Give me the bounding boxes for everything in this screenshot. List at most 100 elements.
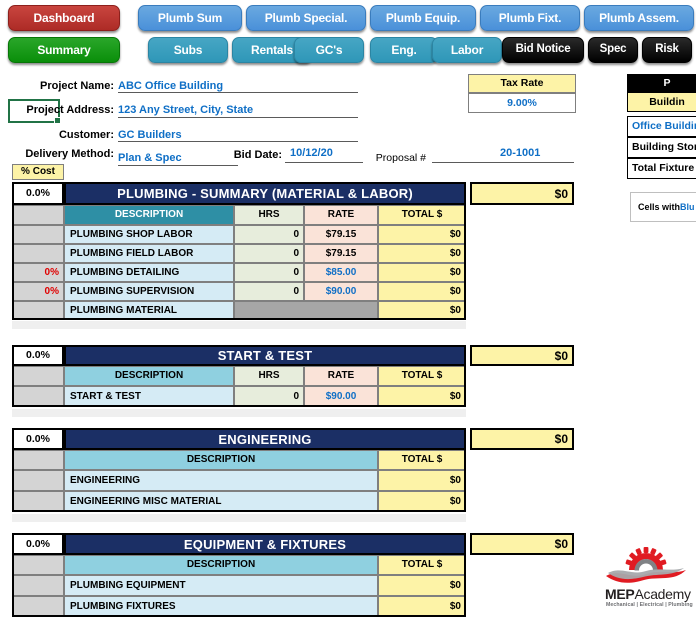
nav-button-bid-notice[interactable]: Bid Notice: [502, 37, 584, 63]
nav-label: Plumb Fixt.: [498, 11, 562, 25]
nav-button-dashboard[interactable]: Dashboard: [8, 5, 120, 31]
customer-label: Customer:: [58, 129, 114, 141]
nav-button-plumb-equip[interactable]: Plumb Equip.: [370, 5, 476, 31]
row-pct: [12, 491, 64, 512]
nav-button-plumb-sum[interactable]: Plumb Sum: [138, 5, 242, 31]
nav-button-eng[interactable]: Eng.: [370, 37, 438, 63]
project-address-value[interactable]: 123 Any Street, City, State: [118, 105, 358, 116]
building-panel-row-type[interactable]: Office Buildin: [627, 116, 696, 137]
nav-label: Subs: [173, 43, 203, 57]
row-hrs[interactable]: 0: [234, 263, 304, 282]
nav-label: Bid Notice: [515, 43, 571, 56]
col-header-total: TOTAL $: [378, 366, 466, 386]
col-header-description: DESCRIPTION: [64, 205, 234, 225]
blue-cells-note-text: Cells with: [638, 201, 681, 212]
section-title: ENGINEERING: [64, 428, 466, 450]
nav-button-labor[interactable]: Labor: [432, 37, 502, 63]
mep-academy-logo: MEPAcademy Mechanical | Electrical | Plu…: [600, 542, 693, 610]
row-description: PLUMBING MATERIAL: [64, 301, 234, 320]
nav-label: Risk: [655, 43, 679, 56]
row-total: $0: [378, 386, 466, 407]
logo-name-light: Academy: [634, 586, 691, 602]
proposal-number-rule: [432, 162, 574, 163]
section-grand-total: $0: [470, 182, 574, 205]
nav-button-plumb-fixt[interactable]: Plumb Fixt.: [480, 5, 580, 31]
delivery-method-rule: [118, 165, 238, 166]
delivery-method-label: Delivery Method:: [25, 148, 114, 160]
nav-label: Plumb Sum: [157, 11, 223, 25]
blue-cells-note: Cells with Blu: [630, 192, 696, 222]
row-hrs[interactable]: 0: [234, 282, 304, 301]
nav-button-plumb-special[interactable]: Plumb Special.: [246, 5, 366, 31]
section-title: EQUIPMENT & FIXTURES: [64, 533, 466, 555]
section-pct-cost: 0.0%: [12, 345, 64, 366]
proposal-number-value[interactable]: 20-1001: [500, 148, 570, 159]
row-pct-spacer: [12, 555, 64, 575]
row-pct: [12, 575, 64, 596]
row-total: $0: [378, 263, 466, 282]
nav-button-subs[interactable]: Subs: [148, 37, 228, 63]
project-name-value[interactable]: ABC Office Building: [118, 81, 358, 92]
row-spacer: [12, 409, 466, 417]
building-panel-row-fixtures: Total Fixture: [627, 158, 696, 179]
blue-cells-note-highlight: Blu: [680, 201, 695, 212]
nav-button-summary[interactable]: Summary: [8, 37, 120, 63]
building-panel-row-stories: Building Stori: [627, 137, 696, 158]
nav-button-spec[interactable]: Spec: [588, 37, 638, 63]
nav-button-plumb-assem[interactable]: Plumb Assem.: [584, 5, 694, 31]
row-pct-spacer: [12, 205, 64, 225]
row-description: START & TEST: [64, 386, 234, 407]
percent-cost-label: % Cost: [12, 164, 64, 180]
building-panel-subtitle: Buildin: [627, 92, 696, 112]
row-hrs[interactable]: 0: [234, 244, 304, 263]
row-hrs[interactable]: 0: [234, 225, 304, 244]
nav-label: GC's: [315, 43, 343, 57]
section-pct-cost: 0.0%: [12, 533, 64, 555]
nav-label: Plumb Special.: [264, 11, 348, 25]
delivery-method-value[interactable]: Plan & Spec: [118, 153, 238, 164]
col-header-total: TOTAL $: [378, 555, 466, 575]
row-spacer: [12, 514, 466, 522]
spreadsheet-page: Dashboard Plumb Sum Plumb Special. Plumb…: [0, 0, 696, 626]
proposal-number-label: Proposal #: [375, 152, 426, 164]
nav-label: Rentals: [251, 43, 293, 57]
nav-label: Summary: [37, 43, 91, 57]
nav-label: Eng.: [391, 43, 417, 57]
customer-value[interactable]: GC Builders: [118, 130, 358, 141]
logo-gear-icon: [606, 547, 686, 583]
row-total: $0: [378, 282, 466, 301]
row-total: $0: [378, 575, 466, 596]
nav-button-gcs[interactable]: GC's: [294, 37, 364, 63]
row-description: ENGINEERING: [64, 470, 378, 491]
row-pct: [12, 225, 64, 244]
section-grand-total: $0: [470, 428, 574, 450]
row-pct-spacer: [12, 450, 64, 470]
row-rate[interactable]: $85.00: [304, 263, 378, 282]
nav-button-risk[interactable]: Risk: [642, 37, 692, 63]
row-description: PLUMBING FIELD LABOR: [64, 244, 234, 263]
col-header-rate: RATE: [304, 366, 378, 386]
col-header-description: DESCRIPTION: [64, 366, 234, 386]
row-rate[interactable]: $79.15: [304, 225, 378, 244]
bid-date-label: Bid Date:: [233, 149, 282, 161]
row-rate[interactable]: $90.00: [304, 386, 378, 407]
col-header-hrs: HRS: [234, 366, 304, 386]
row-total: $0: [378, 491, 466, 512]
bid-date-value[interactable]: 10/12/20: [290, 148, 360, 159]
tax-rate-value[interactable]: 9.00%: [468, 93, 576, 113]
row-rate[interactable]: $90.00: [304, 282, 378, 301]
row-hrs[interactable]: 0: [234, 386, 304, 407]
row-pct: [12, 386, 64, 407]
row-pct[interactable]: 0%: [12, 282, 64, 301]
row-rate[interactable]: $79.15: [304, 244, 378, 263]
row-pct[interactable]: 0%: [12, 263, 64, 282]
row-description: ENGINEERING MISC MATERIAL: [64, 491, 378, 512]
nav-label: Labor: [450, 43, 484, 57]
row-description: PLUMBING DETAILING: [64, 263, 234, 282]
logo-name-bold: MEP: [605, 586, 635, 602]
col-header-rate: RATE: [304, 205, 378, 225]
row-total: $0: [378, 596, 466, 617]
row-total: $0: [378, 225, 466, 244]
section-pct-cost: 0.0%: [12, 182, 64, 205]
project-name-label: Project Name:: [40, 80, 114, 92]
